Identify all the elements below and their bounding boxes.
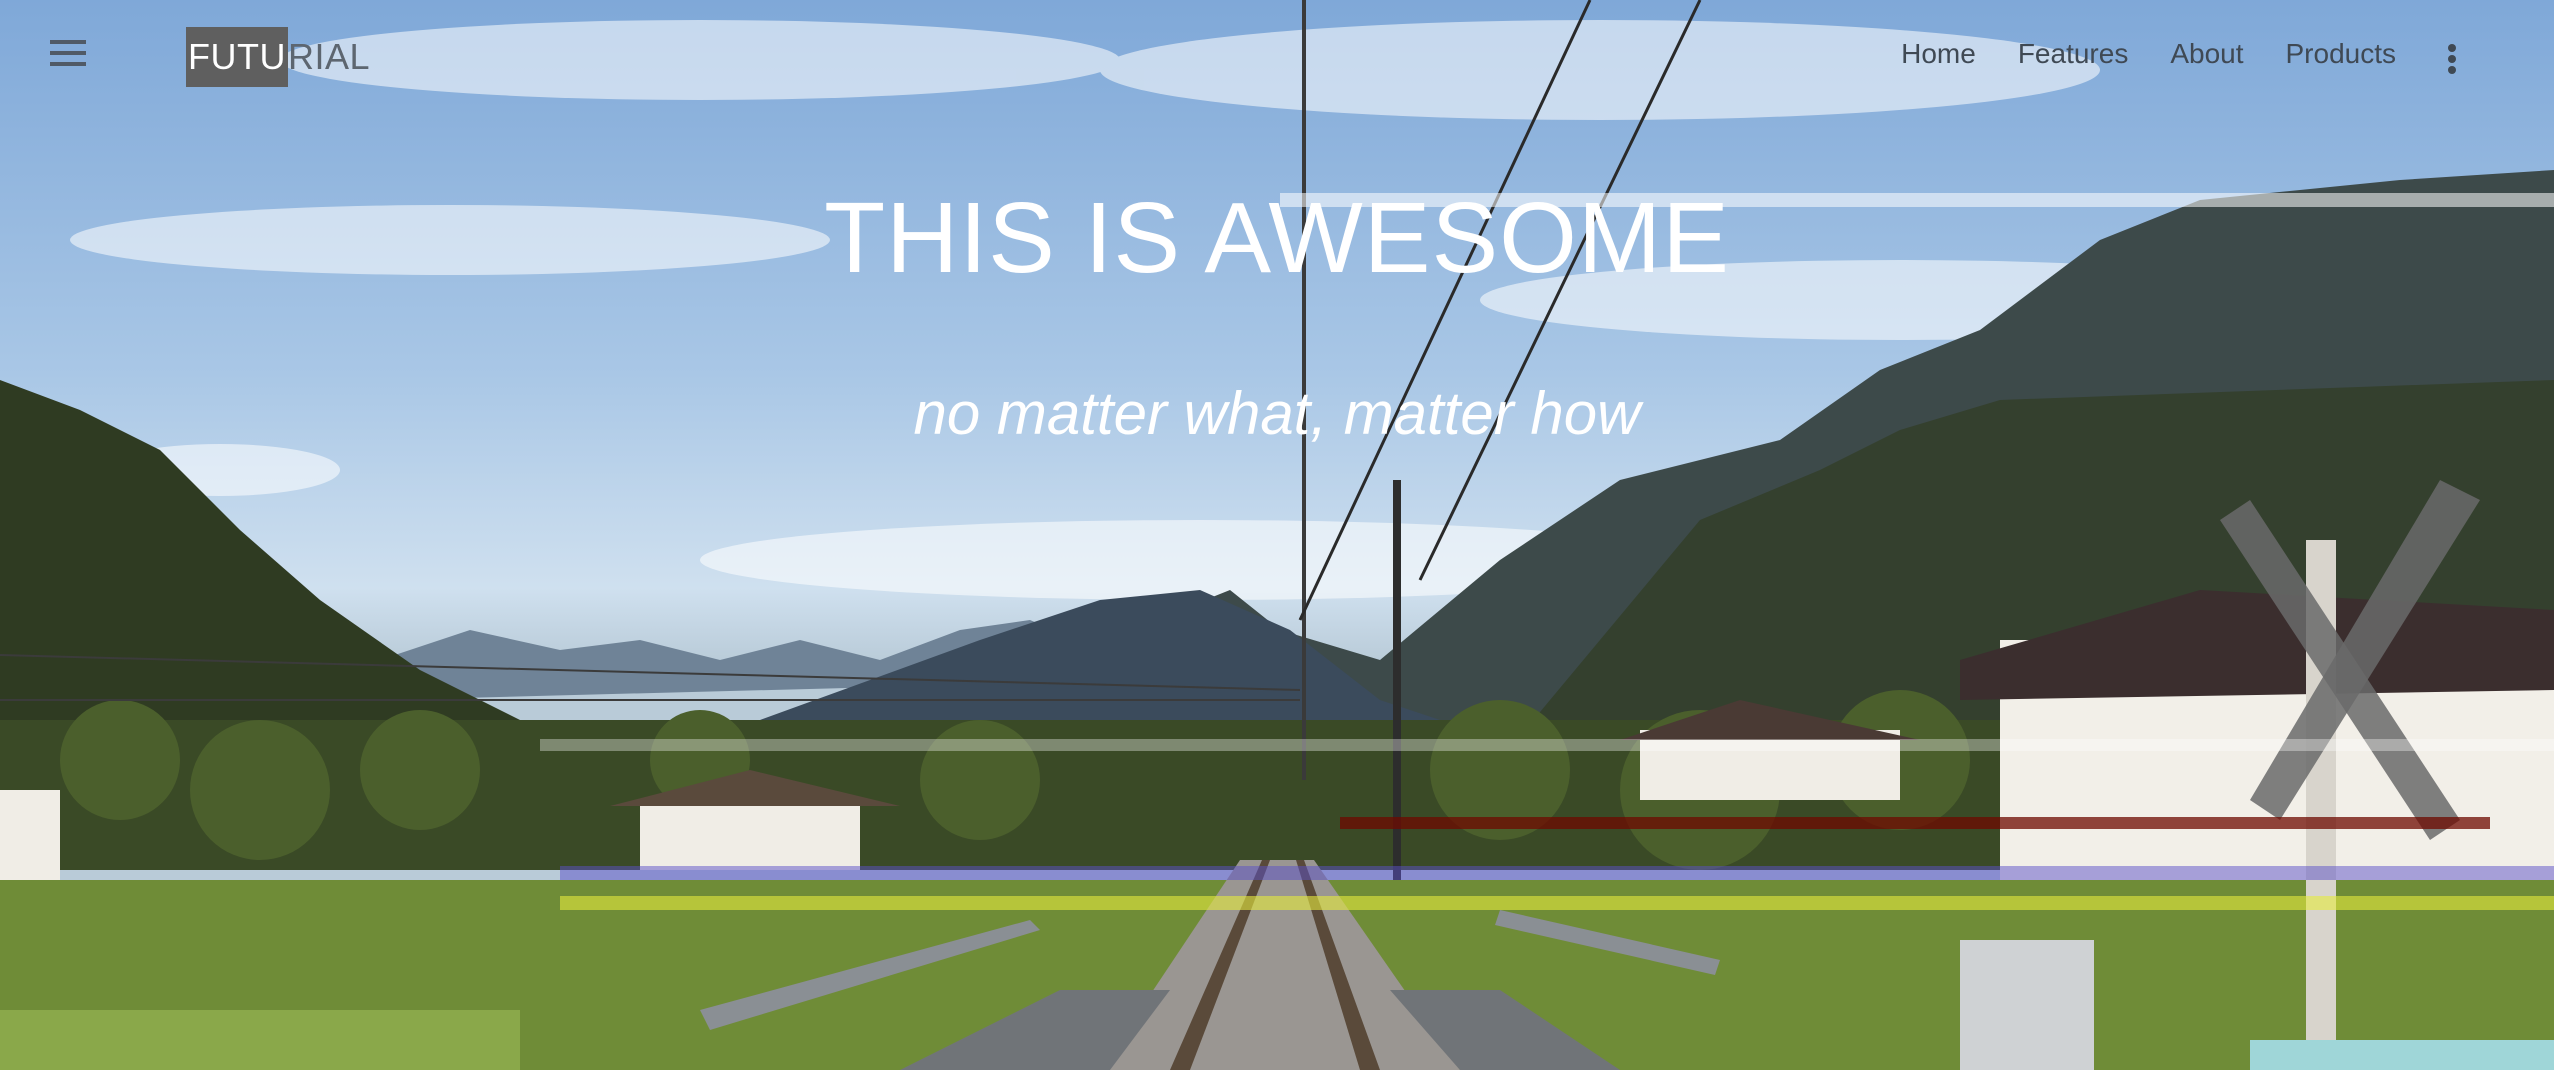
logo-text: RIAL: [287, 36, 371, 77]
nav-link-about[interactable]: About: [2170, 38, 2243, 70]
hamburger-menu-icon[interactable]: [46, 40, 90, 74]
glitch-stripe: [560, 866, 2554, 880]
hero-subtitle: no matter what, matter how: [913, 380, 1641, 447]
glitch-stripe: [540, 739, 2554, 751]
menu-line: [50, 62, 86, 66]
nav-link-home[interactable]: Home: [1901, 38, 1976, 70]
main-nav: Home Features About Products: [1901, 38, 2396, 70]
dot: [2448, 55, 2456, 63]
glitch-stripe: [560, 896, 2554, 910]
nav-link-features[interactable]: Features: [2018, 38, 2129, 70]
logo-highlight: FUTU: [186, 27, 288, 87]
brand-logo[interactable]: FUTU RIAL: [186, 27, 370, 87]
hero-section: FUTU RIAL Home Features About Products T…: [0, 0, 2554, 1070]
nav-link-products[interactable]: Products: [2286, 38, 2397, 70]
glitch-stripe: [1340, 817, 2490, 829]
menu-line: [50, 40, 86, 44]
vertical-dots-icon[interactable]: [2446, 44, 2458, 74]
dot: [2448, 66, 2456, 74]
menu-line: [50, 51, 86, 55]
hero-title: THIS IS AWESOME: [824, 182, 1730, 294]
dot: [2448, 44, 2456, 52]
